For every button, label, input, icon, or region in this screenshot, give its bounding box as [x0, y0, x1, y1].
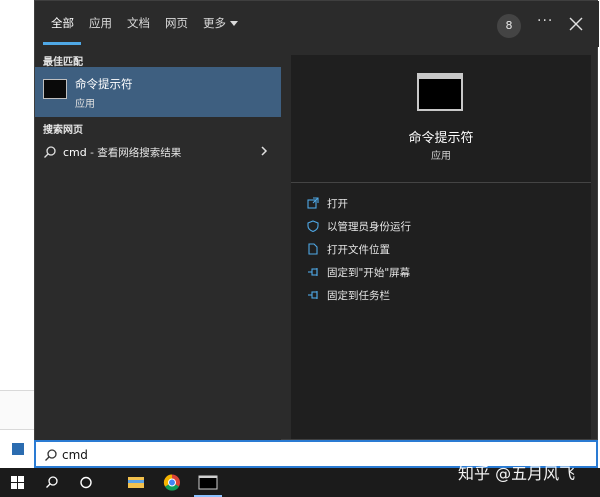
results-column: 最佳匹配 命令提示符 应用 搜索网页 cmd - 查看网络搜索结果 — [35, 47, 281, 440]
rewards-badge[interactable]: 8 — [497, 14, 521, 38]
tab-bar: 全部 应用 文档 网页 更多 8 ··· — [35, 1, 599, 47]
search-icon — [44, 146, 56, 158]
tab-more[interactable]: 更多 — [203, 15, 238, 39]
best-match-title: 命令提示符 — [75, 77, 133, 91]
action-open[interactable]: 打开 — [307, 194, 577, 214]
background-sidebar-box — [0, 390, 34, 430]
watermark: 知乎 @五月风飞 — [458, 464, 576, 483]
chevron-down-icon — [230, 21, 238, 26]
windows-start-icon[interactable] — [0, 468, 36, 497]
action-run-as-admin[interactable]: 以管理员身份运行 — [307, 217, 577, 237]
tab-apps[interactable]: 应用 — [89, 15, 112, 39]
file-location-icon — [308, 243, 318, 255]
open-icon — [307, 197, 319, 209]
search-icon[interactable] — [34, 468, 70, 497]
web-search-suffix: - 查看网络搜索结果 — [86, 147, 182, 159]
chevron-right-icon[interactable] — [259, 145, 269, 157]
web-search-heading: 搜索网页 — [43, 125, 83, 136]
pin-icon — [308, 291, 318, 299]
preview-app-subtitle: 应用 — [431, 151, 451, 162]
action-pin-to-taskbar[interactable]: 固定到任务栏 — [307, 286, 577, 306]
chrome-icon[interactable] — [154, 468, 190, 497]
best-match-item[interactable]: 命令提示符 应用 — [35, 67, 281, 117]
tab-more-label: 更多 — [203, 16, 226, 30]
divider — [291, 182, 591, 183]
action-open-file-location[interactable]: 打开文件位置 — [307, 240, 577, 260]
action-open-file-location-label: 打开文件位置 — [327, 244, 390, 256]
cmd-icon — [43, 79, 67, 99]
action-pin-to-start[interactable]: 固定到"开始"屏幕 — [307, 263, 577, 283]
action-pin-to-start-label: 固定到"开始"屏幕 — [327, 267, 411, 279]
background-app-icon — [12, 443, 24, 455]
more-options-icon[interactable]: ··· — [537, 13, 553, 29]
web-search-text: cmd - 查看网络搜索结果 — [63, 145, 181, 160]
tab-documents[interactable]: 文档 — [127, 15, 150, 39]
window-title-bar — [419, 75, 461, 79]
pin-icon — [308, 268, 318, 276]
web-search-query: cmd — [63, 146, 87, 159]
preview-app-title: 命令提示符 — [408, 131, 474, 146]
cmd-taskbar-icon[interactable] — [190, 468, 226, 497]
action-run-as-admin-label: 以管理员身份运行 — [327, 221, 411, 233]
search-icon — [45, 449, 57, 461]
action-pin-to-taskbar-label: 固定到任务栏 — [327, 290, 390, 302]
task-view-icon[interactable] — [68, 468, 104, 497]
start-search-panel: 全部 应用 文档 网页 更多 8 ··· 最佳匹配 命令提示符 应用 搜索网页 — [34, 0, 599, 440]
tab-all[interactable]: 全部 — [51, 15, 74, 39]
best-match-subtitle: 应用 — [75, 99, 95, 110]
action-open-label: 打开 — [327, 198, 348, 210]
close-icon[interactable] — [567, 15, 585, 33]
admin-shield-icon — [307, 220, 319, 232]
web-search-result[interactable]: cmd - 查看网络搜索结果 — [35, 139, 281, 165]
best-match-heading: 最佳匹配 — [43, 57, 83, 68]
active-tab-indicator — [43, 42, 81, 45]
file-explorer-icon[interactable] — [118, 468, 154, 497]
cmd-icon — [417, 73, 463, 111]
preview-pane: 命令提示符 应用 打开 以管理员身份运行 打开文件位置 固定到"开始"屏幕 固定… — [291, 55, 591, 439]
search-input[interactable] — [62, 446, 462, 464]
tab-web[interactable]: 网页 — [165, 15, 188, 39]
